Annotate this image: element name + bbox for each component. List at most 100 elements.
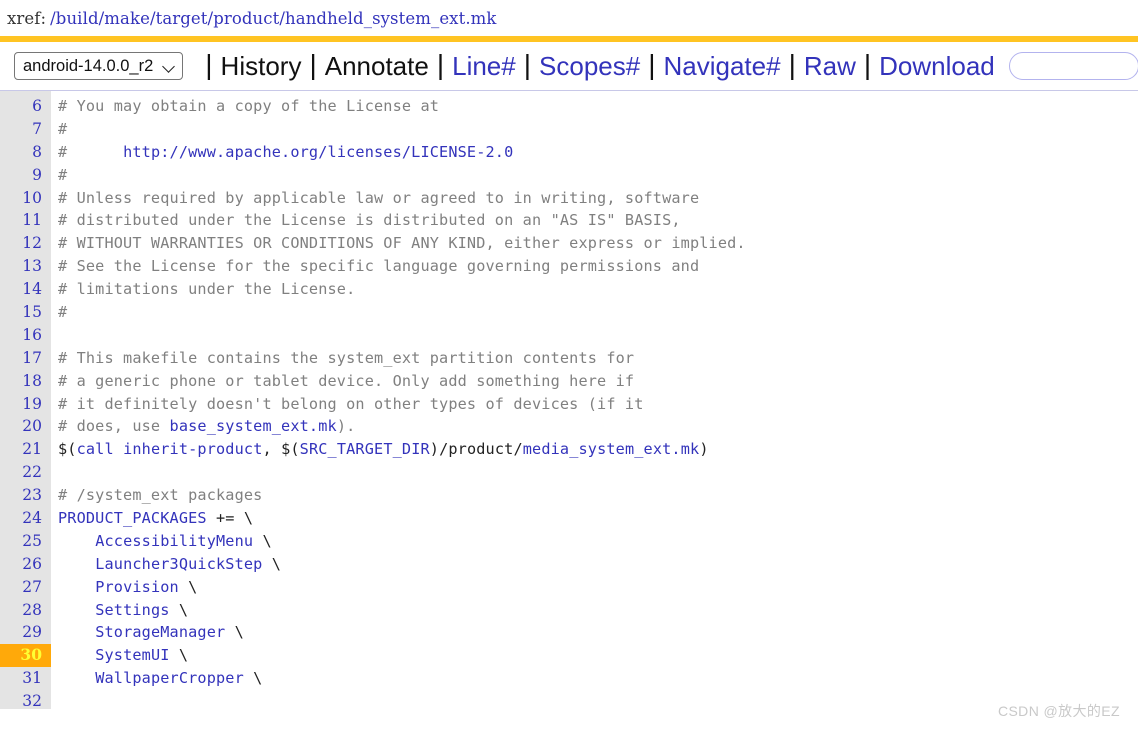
line-number[interactable]: 31 xyxy=(0,667,51,690)
line-number[interactable]: 30 xyxy=(0,644,51,668)
toolbar-item-annotate[interactable]: Annotate xyxy=(325,51,429,81)
code-text: \ xyxy=(243,669,263,688)
breadcrumb-segment-4[interactable]: product xyxy=(213,9,279,28)
code-line: 28 Settings \ xyxy=(0,599,1138,622)
line-text: # limitations under the License. xyxy=(51,278,1138,301)
code-comment: # xyxy=(58,303,68,322)
code-text: \ xyxy=(169,600,189,619)
code-line: 16 xyxy=(0,324,1138,347)
code-line: 20 # does, use base_system_ext.mk). xyxy=(0,415,1138,438)
line-text: # a generic phone or tablet device. Only… xyxy=(51,370,1138,393)
line-number[interactable]: 10 xyxy=(0,187,51,210)
line-number[interactable]: 32 xyxy=(0,690,51,713)
code-symbol-link[interactable]: Provision xyxy=(95,578,179,596)
code-lines: 6 # You may obtain a copy of the License … xyxy=(0,95,1138,713)
code-symbol-link[interactable]: call xyxy=(77,440,114,458)
code-line: 7 # xyxy=(0,118,1138,141)
code-line: 29 StorageManager \ xyxy=(0,621,1138,644)
line-number[interactable]: 26 xyxy=(0,553,51,576)
code-symbol-link[interactable]: Settings xyxy=(95,601,169,619)
line-text: Provision \ xyxy=(51,576,1138,599)
breadcrumb-segment-2[interactable]: make xyxy=(104,9,150,28)
code-symbol-link[interactable]: inherit-product xyxy=(123,440,262,458)
line-number[interactable]: 15 xyxy=(0,301,51,324)
toolbar-item-line[interactable]: Line# xyxy=(452,51,516,81)
line-number[interactable]: 6 xyxy=(0,95,51,118)
line-text: # Unless required by applicable law or a… xyxy=(51,187,1138,210)
code-symbol-link[interactable]: SRC_TARGET_DIR xyxy=(300,440,430,458)
code-symbol-link[interactable]: AccessibilityMenu xyxy=(95,532,253,550)
line-number[interactable]: 28 xyxy=(0,599,51,622)
code-line: 22 xyxy=(0,461,1138,484)
line-number[interactable]: 22 xyxy=(0,461,51,484)
line-number[interactable]: 16 xyxy=(0,324,51,347)
toolbar-item-history[interactable]: History xyxy=(221,51,302,81)
line-number[interactable]: 11 xyxy=(0,209,51,232)
line-number[interactable]: 25 xyxy=(0,530,51,553)
code-line: 31 WallpaperCropper \ xyxy=(0,667,1138,690)
code-symbol-link[interactable]: SystemUI xyxy=(95,646,169,664)
line-text: # xyxy=(51,118,1138,141)
branch-select-value: android-14.0.0_r2 xyxy=(23,56,154,75)
code-line: 32 xyxy=(0,690,1138,713)
line-number[interactable]: 21 xyxy=(0,438,51,461)
code-comment: # limitations under the License. xyxy=(58,280,356,299)
code-comment: # xyxy=(58,142,124,161)
code-symbol-link[interactable]: Launcher3QuickStep xyxy=(95,555,262,573)
code-symbol-link[interactable]: media_system_ext.mk xyxy=(523,440,700,458)
code-symbol-link[interactable]: PRODUCT_PACKAGES xyxy=(58,509,207,527)
xref-breadcrumb-header: xref: /build/make/target/product/handhel… xyxy=(0,0,1138,36)
xref-label: xref: xyxy=(7,8,47,28)
breadcrumb-segment-3[interactable]: target xyxy=(156,9,208,28)
toolbar-item-scopes[interactable]: Scopes# xyxy=(539,51,640,81)
line-number[interactable]: 23 xyxy=(0,484,51,507)
code-line: 9 # xyxy=(0,164,1138,187)
line-number[interactable]: 29 xyxy=(0,621,51,644)
line-number[interactable]: 9 xyxy=(0,164,51,187)
line-number[interactable]: 19 xyxy=(0,393,51,416)
code-text: \ xyxy=(169,646,189,665)
search-input[interactable] xyxy=(1008,52,1138,80)
line-text: Settings \ xyxy=(51,599,1138,622)
toolbar-links: | History | Annotate | Line# | Scopes# | Navigate… xyxy=(197,49,995,81)
toolbar-item-download[interactable]: Download xyxy=(879,51,995,81)
code-comment: # xyxy=(58,119,68,138)
code-line: 11 # distributed under the License is dis… xyxy=(0,209,1138,232)
line-number[interactable]: 17 xyxy=(0,347,51,370)
branch-select[interactable]: android-14.0.0_r2 xyxy=(14,52,184,80)
line-text: # does, use base_system_ext.mk). xyxy=(51,415,1138,438)
code-symbol-link[interactable]: base_system_ext.mk xyxy=(170,417,337,435)
toolbar-separator: | xyxy=(648,49,656,80)
toolbar-item-navigate[interactable]: Navigate# xyxy=(663,51,780,81)
code-symbol-link[interactable]: StorageManager xyxy=(95,623,225,641)
code-symbol-link[interactable]: WallpaperCropper xyxy=(95,669,244,687)
toolbar-separator: | xyxy=(205,49,213,80)
line-number[interactable]: 12 xyxy=(0,232,51,255)
code-line: 15 # xyxy=(0,301,1138,324)
toolbar-item-raw[interactable]: Raw xyxy=(804,51,856,81)
code-text: \ xyxy=(253,531,272,550)
code-comment: # xyxy=(58,165,68,184)
code-symbol-link[interactable]: http://www.apache.org/licenses/LICENSE-2… xyxy=(123,143,513,161)
line-number[interactable]: 13 xyxy=(0,255,51,278)
code-comment: # it definitely doesn't belong on other … xyxy=(58,394,644,413)
line-number[interactable]: 27 xyxy=(0,576,51,599)
line-number[interactable]: 20 xyxy=(0,415,51,438)
line-number[interactable]: 24 xyxy=(0,507,51,530)
file-toolbar: android-14.0.0_r2 | History | Annotate | Line… xyxy=(0,42,1138,91)
line-text: # /system_ext packages xyxy=(51,484,1138,507)
line-number[interactable]: 7 xyxy=(0,118,51,141)
line-text: # xyxy=(51,164,1138,187)
line-number[interactable]: 18 xyxy=(0,370,51,393)
code-comment: # does, use xyxy=(58,417,170,436)
breadcrumb-segment-5[interactable]: handheld_system_ext.mk xyxy=(285,9,496,28)
line-number[interactable]: 14 xyxy=(0,278,51,301)
line-number[interactable]: 8 xyxy=(0,141,51,164)
breadcrumb-segment-1[interactable]: build xyxy=(56,9,99,28)
